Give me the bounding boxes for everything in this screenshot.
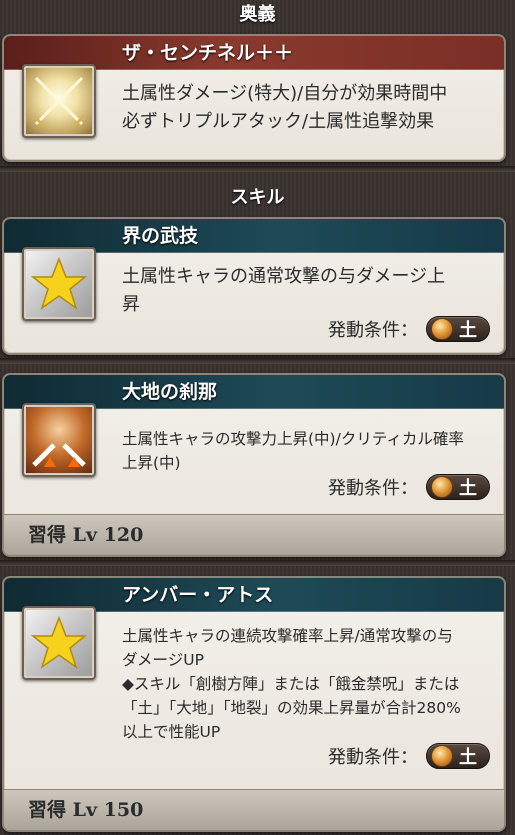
ougi-name: ザ・センチネル＋＋	[122, 42, 294, 64]
skill-name: アンバー・アトス	[122, 584, 274, 606]
activation-condition: 発動条件： 土	[328, 742, 490, 770]
learn-level: 習得 Lv 120	[28, 524, 144, 546]
divider	[0, 358, 515, 364]
skill-desc-line: 土属性キャラの連続攻撃確率上昇/通常攻撃の与	[122, 627, 453, 645]
skill-desc-line: 土属性キャラの攻撃力上昇(中)/クリティカル確率	[122, 430, 464, 448]
star-icon	[22, 247, 96, 321]
crossed-swords-icon	[22, 64, 96, 138]
skill-desc-line: 「土」「大地」「地裂」の効果上昇量が合計280%	[122, 699, 461, 717]
skill-desc-line: ダメージUP	[122, 651, 204, 669]
skill-desc-line: ◆スキル「創樹方陣」または「餓金禁呪」または	[122, 675, 460, 693]
ougi-card[interactable]: ザ・センチネル＋＋ 土属性ダメージ(特大)/自分が効果時間中 必ずトリプルアタッ…	[2, 34, 506, 162]
sword-burst-icon	[22, 403, 96, 477]
element-label: 土	[459, 747, 477, 768]
skill-card[interactable]: 界の武技 土属性キャラの通常攻撃の与ダメージ上 昇 発動条件： 土	[2, 217, 506, 355]
earth-element-badge: 土	[426, 474, 490, 500]
section-title: 奥義	[239, 4, 276, 25]
ougi-desc-line: 土属性ダメージ(特大)/自分が効果時間中	[122, 83, 448, 104]
skill-card[interactable]: アンバー・アトス 土属性キャラの連続攻撃確率上昇/通常攻撃の与 ダメージUP ◆…	[2, 576, 506, 832]
section-title: スキル	[230, 187, 285, 208]
skill-name: 大地の刹那	[122, 381, 218, 403]
skill-description: 土属性キャラの連続攻撃確率上昇/通常攻撃の与 ダメージUP ◆スキル「創樹方陣」…	[122, 624, 492, 744]
element-label: 土	[459, 478, 477, 499]
earth-orb-icon	[431, 318, 453, 340]
condition-label: 発動条件：	[328, 747, 418, 768]
condition-label: 発動条件：	[328, 478, 418, 499]
section-header-ougi: 奥義	[0, 0, 515, 30]
skill-description: 土属性キャラの通常攻撃の与ダメージ上 昇	[122, 263, 492, 319]
skill-description: 土属性キャラの攻撃力上昇(中)/クリティカル確率 上昇(中)	[122, 427, 492, 475]
ougi-description: 土属性ダメージ(特大)/自分が効果時間中 必ずトリプルアタック/土属性追撃効果	[122, 80, 492, 136]
skill-name: 界の武技	[122, 225, 199, 247]
activation-condition: 発動条件： 土	[328, 473, 490, 501]
skill-desc-line: 上昇(中)	[122, 454, 181, 472]
ougi-desc-line: 必ずトリプルアタック/土属性追撃効果	[122, 111, 435, 132]
earth-element-badge: 土	[426, 316, 490, 342]
divider	[0, 560, 515, 566]
activation-condition: 発動条件： 土	[328, 315, 490, 343]
learn-level-bar: 習得 Lv 120	[4, 514, 504, 555]
earth-orb-icon	[431, 745, 453, 767]
earth-element-badge: 土	[426, 743, 490, 769]
earth-orb-icon	[431, 476, 453, 498]
skill-desc-line: 土属性キャラの通常攻撃の与ダメージ上	[122, 266, 446, 287]
skill-desc-line: 以上で性能UP	[122, 723, 221, 741]
skill-card[interactable]: 大地の刹那 土属性キャラの攻撃力上昇(中)/クリティカル確率 上昇(中) 発動条…	[2, 373, 506, 557]
learn-level-bar: 習得 Lv 150	[4, 789, 504, 830]
divider	[0, 166, 515, 172]
star-icon	[22, 606, 96, 680]
learn-level: 習得 Lv 150	[28, 799, 144, 821]
element-label: 土	[459, 320, 477, 341]
condition-label: 発動条件：	[328, 320, 418, 341]
section-header-skill: スキル	[0, 183, 515, 213]
